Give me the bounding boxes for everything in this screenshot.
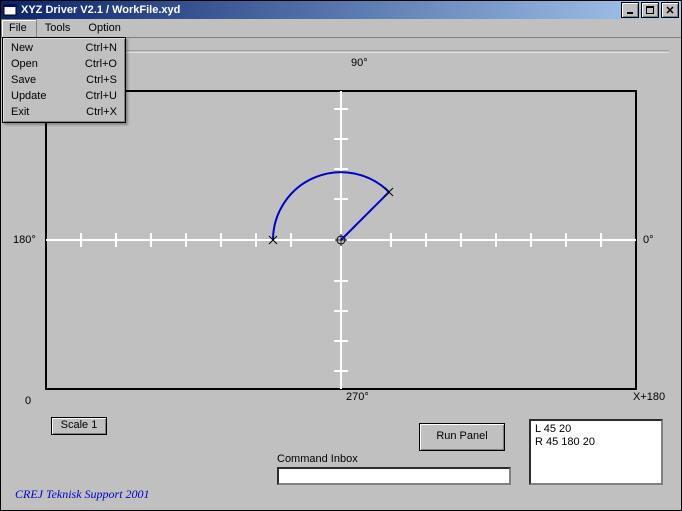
file-dropdown: NewCtrl+N OpenCtrl+O SaveCtrl+S UpdateCt… <box>2 37 126 123</box>
window-buttons <box>621 2 679 18</box>
menubar: File Tools Option <box>1 19 681 38</box>
axis-label-zero: 0 <box>25 395 31 407</box>
axis-label-right: 0° <box>643 234 654 246</box>
scale-button[interactable]: Scale 1 <box>51 417 107 435</box>
file-open[interactable]: OpenCtrl+O <box>5 56 123 72</box>
run-button-label: Run Panel <box>436 430 487 442</box>
axis-label-left: 180° <box>13 234 36 246</box>
file-update[interactable]: UpdateCtrl+U <box>5 88 123 104</box>
command-input[interactable] <box>277 467 511 485</box>
menu-tools-label: Tools <box>45 22 71 34</box>
axis-label-top: 90° <box>351 57 368 69</box>
file-save-label: Save <box>11 74 86 86</box>
file-exit[interactable]: ExitCtrl+X <box>5 104 123 120</box>
file-save[interactable]: SaveCtrl+S <box>5 72 123 88</box>
file-open-shortcut: Ctrl+O <box>85 58 117 70</box>
file-exit-label: Exit <box>11 106 86 118</box>
axis-label-bottom: 270° <box>346 391 369 403</box>
file-exit-shortcut: Ctrl+X <box>86 106 117 118</box>
menu-file-label: File <box>9 22 27 34</box>
app-window: XYZ Driver V2.1 / WorkFile.xyd File Tool… <box>0 0 682 511</box>
maximize-button[interactable] <box>641 2 659 18</box>
footer-credits: CREJ Teknisk Support 2001 <box>15 487 150 502</box>
file-update-label: Update <box>11 90 86 102</box>
file-update-shortcut: Ctrl+U <box>86 90 117 102</box>
file-new-label: New <box>11 42 86 54</box>
window-title: XYZ Driver V2.1 / WorkFile.xyd <box>21 4 621 16</box>
file-save-shortcut: Ctrl+S <box>86 74 117 86</box>
menu-file[interactable]: File <box>1 19 37 37</box>
titlebar: XYZ Driver V2.1 / WorkFile.xyd <box>1 1 681 19</box>
file-open-label: Open <box>11 58 85 70</box>
menu-tools[interactable]: Tools <box>37 19 81 37</box>
close-button[interactable] <box>661 2 679 18</box>
scale-button-label: Scale 1 <box>61 419 98 431</box>
app-icon <box>3 3 17 17</box>
output-box: L 45 20 R 45 180 20 <box>529 419 663 485</box>
menu-option-label: Option <box>88 22 120 34</box>
output-line1: L 45 20 <box>535 423 571 435</box>
menu-option[interactable]: Option <box>80 19 130 37</box>
axis-label-xend: X+180 <box>633 391 665 403</box>
file-new[interactable]: NewCtrl+N <box>5 40 123 56</box>
file-new-shortcut: Ctrl+N <box>86 42 117 54</box>
command-label: Command Inbox <box>277 453 358 465</box>
minimize-button[interactable] <box>621 2 639 18</box>
output-line2: R 45 180 20 <box>535 436 595 448</box>
run-button[interactable]: Run Panel <box>419 423 505 451</box>
